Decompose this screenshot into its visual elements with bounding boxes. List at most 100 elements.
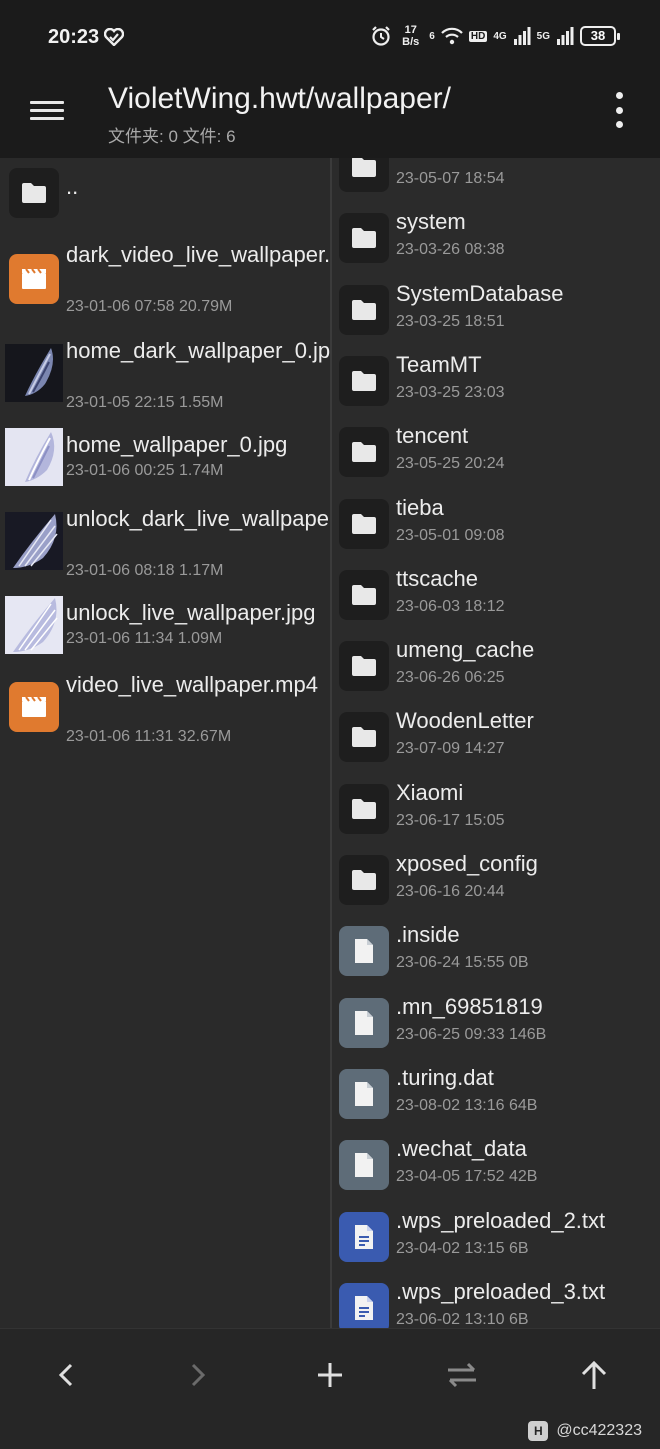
file-icon (339, 1140, 389, 1191)
list-item-file[interactable]: video_live_wallpaper.mp4 23-01-06 11:31 … (0, 672, 330, 756)
list-item-folder[interactable]: SystemDatabase 23-03-25 18:51 (332, 281, 660, 347)
list-item-file[interactable]: .inside 23-06-24 15:55 0B (332, 922, 660, 988)
list-item-file[interactable]: .mn_69851819 23-06-25 09:33 146B (332, 994, 660, 1060)
file-name: .. (66, 174, 79, 199)
list-item-parent-dir[interactable]: .. (0, 158, 330, 228)
chevron-left-icon (58, 1363, 73, 1387)
forward-button[interactable] (178, 1355, 218, 1395)
arrow-up-icon (581, 1360, 607, 1389)
file-meta: 23-05-25 20:24 (396, 455, 505, 473)
right-file-pane[interactable]: 23-05-07 18:54 system 23-03-26 08:38 System… (332, 158, 660, 1328)
file-meta: 23-01-06 11:34 1.09M (66, 630, 223, 647)
folder-icon (339, 158, 389, 192)
app-toolbar: VioletWing.hwt/wallpaper/ 文件夹: 0 文件: 6 (0, 76, 660, 158)
signal-icon (513, 27, 531, 45)
battery-icon: 38 (580, 26, 620, 46)
list-item-folder[interactable]: system 23-03-26 08:38 (332, 209, 660, 275)
file-meta: 23-06-26 06:25 (396, 669, 505, 687)
watermark-handle: @cc422323 (556, 1422, 642, 1439)
hd-badge: HD (468, 30, 488, 42)
list-item-folder[interactable]: tieba 23-05-01 09:08 (332, 495, 660, 561)
file-name: home_wallpaper_0.jpg (66, 432, 288, 457)
file-name: Xiaomi (396, 779, 464, 805)
file-name: video_live_wallpaper.mp4 (66, 672, 318, 697)
file-meta: 23-04-02 13:15 6B (396, 1239, 529, 1257)
file-meta: 23-04-05 17:52 42B (396, 1168, 538, 1186)
file-name: unlock_dark_live_wallpaper.jpg (66, 506, 330, 531)
file-name: .wps_preloaded_2.txt (396, 1207, 606, 1233)
list-item-folder[interactable]: TeamMT 23-03-25 23:03 (332, 352, 660, 418)
folder-icon (339, 855, 389, 905)
folder-icon (339, 427, 389, 478)
list-item-file[interactable]: home_dark_wallpaper_0.jpg 23-01-05 22:15… (0, 336, 330, 420)
file-name: tencent (396, 423, 469, 449)
list-item-folder[interactable]: umeng_cache 23-06-26 06:25 (332, 637, 660, 703)
network-speed: 17 B/s (402, 24, 419, 48)
file-meta: 23-03-25 23:03 (396, 383, 505, 401)
signal-icon-2 (557, 27, 574, 45)
watermark-logo: H (528, 1421, 549, 1441)
add-button[interactable] (310, 1355, 350, 1395)
list-item-file[interactable]: unlock_dark_live_wallpaper.jpg 23-01-06 … (0, 504, 330, 588)
file-name: TeamMT (396, 351, 482, 377)
list-item-folder[interactable]: tencent 23-05-25 20:24 (332, 423, 660, 489)
file-meta: 23-08-02 13:16 64B (396, 1096, 538, 1114)
left-file-pane[interactable]: .. dark_video_live_wallpaper.mp4 23-01-0… (0, 158, 330, 1328)
image-thumbnail (5, 512, 63, 570)
folder-icon (339, 498, 389, 549)
list-item-file[interactable]: home_wallpaper_0.jpg 23-01-06 00:25 1.74… (0, 428, 330, 492)
folder-icon (339, 213, 389, 264)
file-name: ttscache (396, 565, 478, 591)
video-file-icon (9, 682, 59, 732)
file-meta: 23-06-03 18:12 (396, 597, 505, 615)
file-meta: 23-06-02 13:10 6B (396, 1310, 529, 1328)
file-meta: 23-06-25 09:33 146B (396, 1025, 547, 1043)
swap-icon (448, 1362, 476, 1388)
list-item-folder[interactable]: WoodenLetter 23-07-09 14:27 (332, 708, 660, 774)
file-name: xposed_config (396, 851, 538, 876)
file-icon (339, 926, 389, 977)
file-meta: 23-01-06 08:18 1.17M (66, 562, 224, 579)
list-item-file[interactable]: dark_video_live_wallpaper.mp4 23-01-06 0… (0, 240, 330, 324)
file-meta: 23-03-26 08:38 (396, 241, 505, 259)
file-meta: 23-05-07 18:54 (396, 170, 505, 187)
network-tag-4g: 4G (493, 30, 507, 42)
network-tag-5g: 5G (536, 30, 550, 42)
image-thumbnail (5, 428, 63, 486)
list-item-folder[interactable]: ttscache 23-06-03 18:12 (332, 566, 660, 632)
text-file-icon (339, 1211, 389, 1262)
list-item-folder[interactable]: Xiaomi 23-06-17 15:05 (332, 780, 660, 846)
folder-icon (9, 168, 59, 218)
swap-panes-button[interactable] (442, 1355, 482, 1395)
folder-icon (339, 355, 389, 406)
status-icons: 17 B/s 6 HD 4G 5G 38 (370, 24, 620, 48)
folder-icon (339, 641, 389, 692)
file-name: .wechat_data (396, 1136, 527, 1162)
network-speed-unit: B/s (402, 36, 420, 48)
bottom-navigation-bar: H @cc422323 (0, 1328, 660, 1449)
file-name: tieba (396, 494, 444, 520)
file-name: dark_video_live_wallpaper.mp4 (66, 242, 330, 267)
file-icon (339, 997, 389, 1048)
menu-icon[interactable] (30, 96, 70, 126)
more-options-icon[interactable] (612, 92, 626, 128)
file-meta: 23-07-09 14:27 (396, 740, 505, 758)
image-thumbnail (5, 344, 63, 402)
parent-dir-button[interactable] (574, 1355, 614, 1395)
list-item-file[interactable]: .wechat_data 23-04-05 17:52 42B (332, 1136, 660, 1202)
text-file-icon (339, 1282, 389, 1328)
list-item-file[interactable]: .turing.dat 23-08-02 13:16 64B (332, 1065, 660, 1131)
file-meta: 23-03-25 18:51 (396, 312, 505, 330)
list-item-folder[interactable]: 23-05-07 18:54 (332, 158, 660, 204)
list-item-file[interactable]: unlock_live_wallpaper.jpg 23-01-06 11:34… (0, 596, 330, 660)
list-item-folder[interactable]: xposed_config 23-06-16 20:44 (332, 851, 660, 917)
list-item-file[interactable]: .wps_preloaded_3.txt 23-06-02 13:10 6B (332, 1279, 660, 1328)
folder-icon (339, 284, 389, 335)
status-bar: 20:23 17 B/s 6 HD 4G 5G 38 (0, 0, 660, 76)
video-file-icon (9, 254, 59, 304)
folder-icon (339, 783, 389, 834)
file-name: system (396, 209, 466, 235)
list-item-file[interactable]: .wps_preloaded_2.txt 23-04-02 13:15 6B (332, 1208, 660, 1274)
back-button[interactable] (46, 1355, 86, 1395)
file-meta: 23-01-06 11:31 32.67M (66, 728, 232, 745)
